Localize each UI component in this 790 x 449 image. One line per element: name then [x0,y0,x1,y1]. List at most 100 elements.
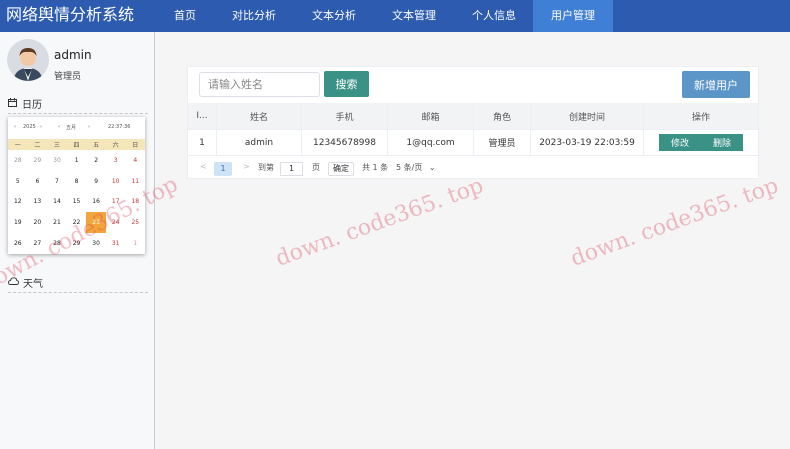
add-user-button[interactable]: 新增用户 [682,71,750,98]
edit-button[interactable]: 修改 [659,134,701,151]
calendar-weekday-label: 日 [132,142,139,149]
calendar-day[interactable]: 28 [8,150,28,171]
nav-item-text-management[interactable]: 文本管理 [383,0,445,32]
calendar-weekday-label: 六 [112,142,119,149]
watermark-text: down. code365. top [567,173,782,272]
calendar-day[interactable]: 6 [28,171,48,192]
page-size-value: 5 条/页 [396,163,423,172]
page-unit-label: 页 [312,163,320,172]
calendar-day[interactable]: 11 [125,171,145,192]
calendar-day[interactable]: 1 [67,150,87,171]
calendar-day[interactable]: 28 [47,233,67,254]
calendar-week-row: 28 29 30 1 2 3 4 [8,150,145,171]
calendar-day[interactable]: 14 [47,192,67,213]
prev-page-icon[interactable]: < [200,162,207,171]
cell-email: 1@qq.com [388,130,474,155]
calendar-day[interactable]: 4 [125,150,145,171]
calendar-day[interactable]: 15 [67,192,87,213]
calendar-day[interactable]: 29 [28,150,48,171]
calendar-week-row: 19 20 21 22 23 24 25 [8,212,145,234]
calendar-year[interactable]: 2025 [23,124,36,130]
calendar-day[interactable]: 22 [67,212,87,233]
calendar-day[interactable]: 24 [106,212,126,233]
column-header-created-time[interactable]: 创建时间 [531,103,644,129]
calendar-day[interactable]: 20 [28,212,48,233]
cell-created-time: 2023-03-19 22:03:59 [531,130,644,155]
column-header-actions: 操作 [691,112,710,123]
calendar-time: 22:37:36 [108,124,131,130]
weather-label: 天气 [23,279,43,290]
next-page-icon[interactable]: > [243,162,250,171]
calendar-day[interactable]: 29 [67,233,87,254]
next-year-arrow-icon[interactable]: › [40,124,42,130]
user-role: 管理员 [54,72,82,82]
calendar-day[interactable]: 1 [125,233,145,254]
calendar-weekday-label: 四 [73,142,80,149]
cell-name: admin [217,130,302,155]
goto-page-input[interactable]: 1 [280,162,303,176]
calendar-weekday-label: 五 [93,142,100,149]
delete-button[interactable]: 删除 [701,134,743,151]
calendar-day[interactable]: 17 [106,192,126,213]
calendar-divider [8,113,148,114]
search-name-input[interactable] [199,72,320,97]
calendar-day[interactable]: 30 [86,233,106,254]
calendar-day[interactable]: 2 [86,150,106,171]
calendar-heading: 日历 [8,96,42,111]
nav-item-home[interactable]: 首页 [160,0,210,32]
prev-month-arrow-icon[interactable]: ‹ [58,124,60,130]
calendar-month[interactable]: 五月 [66,124,76,131]
user-name: admin [54,48,92,62]
nav-item-text-analysis[interactable]: 文本分析 [303,0,365,32]
nav-item-user-management[interactable]: 用户管理 [533,0,613,32]
total-count: 共 1 条 [362,163,389,172]
calendar-day[interactable]: 21 [47,212,67,233]
cloud-icon [8,277,19,288]
weather-heading: 天气 [8,275,43,290]
column-header-email[interactable]: 邮箱 [388,103,474,129]
calendar-widget: ‹ 2025 › ‹ 五月 › 22:37:36 一二三四五六日 28 29 30 1 2… [8,117,145,254]
calendar-weekday-label: 二 [34,142,41,149]
calendar-weekday-label: 三 [53,142,60,149]
column-header-id[interactable]: I... [188,103,217,129]
user-table: I... 姓名 手机 邮箱 角色 创建时间 操作 1 admin 1234567… [188,103,758,156]
calendar-day[interactable]: 23 [86,212,106,234]
goto-confirm-button[interactable]: 确定 [328,162,354,176]
user-management-panel: 搜索 新增用户 I... 姓名 手机 邮箱 角色 创建时间 操作 1 admin… [187,66,759,179]
chevron-down-icon: ⌄ [428,163,436,172]
calendar-day[interactable]: 7 [47,171,67,192]
table-header-row: I... 姓名 手机 邮箱 角色 创建时间 操作 [188,103,758,130]
calendar-day[interactable]: 12 [8,192,28,213]
calendar-header: ‹ 2025 › ‹ 五月 › 22:37:36 [8,117,145,139]
calendar-day[interactable]: 19 [8,212,28,233]
search-button[interactable]: 搜索 [324,71,369,97]
calendar-day[interactable]: 10 [106,171,126,192]
column-header-role[interactable]: 角色 [474,103,531,129]
calendar-day[interactable]: 8 [67,171,87,192]
calendar-day[interactable]: 13 [28,192,48,213]
cell-role: 管理员 [474,130,531,155]
calendar-day[interactable]: 3 [106,150,126,171]
calendar-week-row: 5 6 7 8 9 10 11 [8,171,145,192]
column-header-name[interactable]: 姓名 [217,103,302,129]
calendar-day[interactable]: 25 [125,212,145,233]
calendar-week-row: 26 27 28 29 30 31 1 [8,233,145,254]
calendar-day[interactable]: 31 [106,233,126,254]
calendar-day[interactable]: 18 [125,192,145,213]
calendar-day[interactable]: 27 [28,233,48,254]
page-number-current[interactable]: 1 [214,162,232,176]
calendar-day[interactable]: 30 [47,150,67,171]
column-header-phone[interactable]: 手机 [302,103,388,129]
calendar-day[interactable]: 9 [86,171,106,192]
sidebar: admin 管理员 日历 ‹ 2025 › ‹ 五月 › 22:37:36 一二… [0,32,155,449]
weather-divider [8,292,148,293]
page-size-select[interactable]: 5 条/页 ⌄ [396,162,436,173]
calendar-day[interactable]: 26 [8,233,28,254]
prev-year-arrow-icon[interactable]: ‹ [14,124,16,130]
nav-item-comparison-analysis[interactable]: 对比分析 [225,0,283,32]
calendar-day[interactable]: 5 [8,171,28,192]
nav-item-personal-info[interactable]: 个人信息 [463,0,525,32]
calendar-day[interactable]: 16 [86,192,106,213]
next-month-arrow-icon[interactable]: › [88,124,90,130]
app-title: 网络舆情分析系统 [6,5,135,24]
